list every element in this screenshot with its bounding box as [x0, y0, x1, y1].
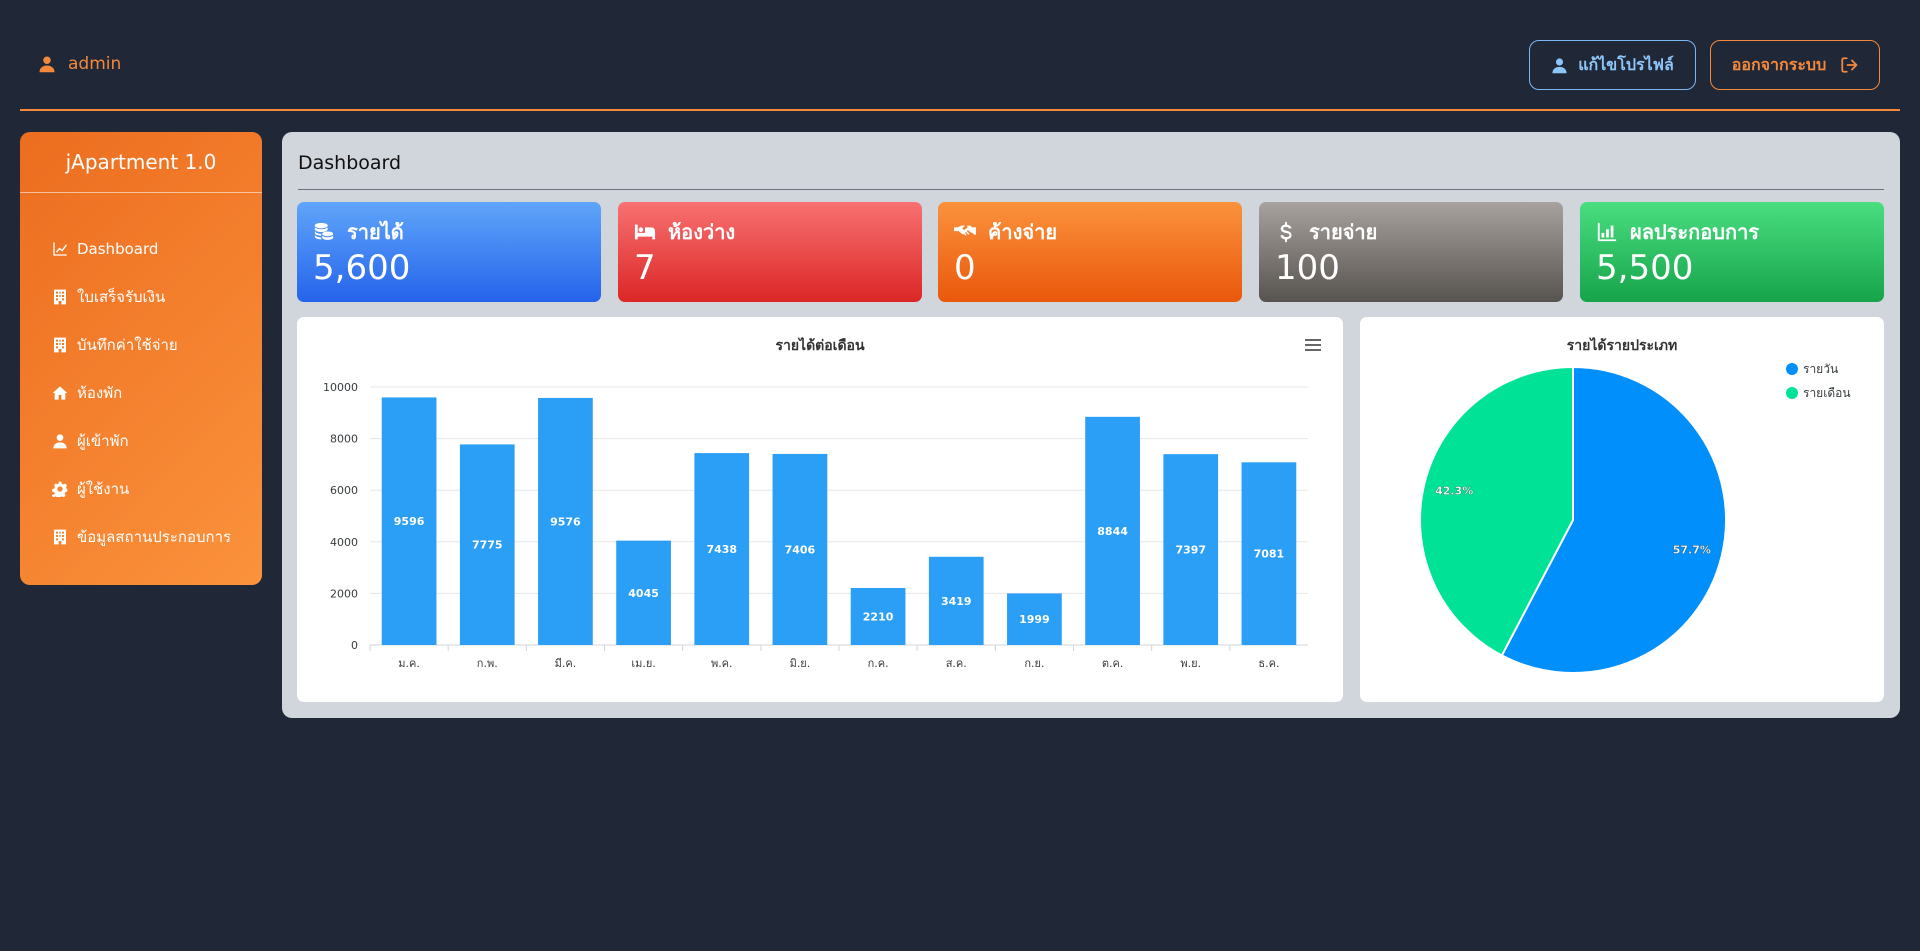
- vacant-rooms-card: ห้องว่าง 7: [618, 202, 922, 302]
- x-tick-label: ก.พ.: [477, 657, 498, 670]
- outstanding-card: ค้างจ่าย 0: [938, 202, 1242, 302]
- bed-icon: [634, 224, 656, 240]
- brand-title: jApartment 1.0: [20, 132, 262, 193]
- sidebar-item-receipts[interactable]: ใบเสร็จรับเงิน: [20, 273, 262, 321]
- x-tick-label: ธ.ค.: [1258, 657, 1279, 670]
- profit-value: 5,500: [1596, 248, 1694, 288]
- y-tick-label: 4000: [330, 536, 358, 549]
- legend-label[interactable]: รายเดือน: [1803, 386, 1851, 400]
- pie-value-label: 42.3%: [1435, 485, 1473, 498]
- sidebar-item-label: ผู้เข้าพัก: [77, 432, 129, 450]
- sidebar-item-rooms[interactable]: ห้องพัก: [20, 369, 262, 417]
- building-icon: [54, 337, 66, 353]
- x-tick-label: ก.ค.: [868, 657, 889, 670]
- expense-card: รายจ่าย 100: [1259, 202, 1563, 302]
- x-tick-label: พ.ย.: [1180, 657, 1201, 670]
- user-icon: [1552, 57, 1567, 73]
- bar-value-label: 7775: [472, 539, 503, 552]
- legend-label[interactable]: รายวัน: [1803, 362, 1838, 376]
- bar-value-label: 3419: [941, 595, 972, 608]
- sidebar-item-label: ผู้ใช้งาน: [77, 480, 130, 498]
- bar-value-label: 7438: [706, 543, 737, 556]
- legend-marker: [1786, 387, 1798, 399]
- dollar-icon: [1280, 221, 1292, 243]
- y-tick-label: 8000: [330, 433, 358, 446]
- income-value: 5,600: [313, 248, 411, 288]
- home-icon: [52, 386, 68, 400]
- building-icon: [54, 529, 66, 545]
- sidebar-item-label: ใบเสร็จรับเงิน: [77, 288, 166, 306]
- sidebar-item-users[interactable]: ผู้ใช้งาน: [20, 465, 262, 513]
- x-tick-label: ต.ค.: [1102, 657, 1124, 670]
- bar-chart-svg: 0 2000 4000 6000 8000 10000 9596 ม.ค. 7775 ก.พ. 95…: [323, 381, 1308, 670]
- sidebar-item-tenants[interactable]: ผู้เข้าพัก: [20, 417, 262, 465]
- y-tick-label: 2000: [330, 587, 358, 600]
- top-bar: admin แก้ไขโปรไฟล์ ออกจากระบบ: [20, 0, 1900, 111]
- x-tick-label: เม.ย.: [631, 657, 655, 670]
- logout-button[interactable]: ออกจากระบบ: [1710, 40, 1880, 90]
- pie-value-label: 57.7%: [1673, 543, 1711, 556]
- sidebar-item-dashboard[interactable]: Dashboard: [20, 225, 262, 273]
- sidebar-item-label: บันทึกค่าใช้จ่าย: [77, 336, 178, 354]
- vacant-rooms-value: 7: [634, 248, 656, 288]
- bar-value-label: 7406: [785, 543, 816, 556]
- x-tick-label: มี.ค.: [555, 657, 577, 670]
- pie-chart-svg: 57.7% 42.3% รายวันรายเดือน: [1419, 362, 1851, 674]
- vacant-rooms-label: ห้องว่าง: [668, 220, 736, 244]
- x-tick-label: มิ.ย.: [790, 657, 811, 670]
- expense-label: รายจ่าย: [1309, 220, 1378, 244]
- username: admin: [68, 54, 122, 74]
- edit-profile-button[interactable]: แก้ไขโปรไฟล์: [1529, 40, 1696, 90]
- profit-label: ผลประกอบการ: [1630, 220, 1760, 244]
- legend-marker: [1786, 363, 1798, 375]
- bar-value-label: 2210: [863, 610, 894, 623]
- sidebar-item-label: Dashboard: [77, 240, 159, 258]
- edit-profile-label: แก้ไขโปรไฟล์: [1578, 56, 1674, 74]
- chart-bar-icon: [1597, 222, 1617, 242]
- chart-line-icon: [53, 242, 68, 256]
- y-tick-label: 10000: [323, 381, 358, 394]
- outstanding-label: ค้างจ่าย: [988, 220, 1058, 244]
- bar-value-label: 9576: [550, 515, 581, 528]
- income-card: รายได้ 5,600: [297, 202, 601, 302]
- main-panel: Dashboard รายได้ 5,600 ห้องว่าง 7 ค้างจ่…: [282, 132, 1900, 718]
- outstanding-value: 0: [954, 248, 976, 288]
- building-icon: [54, 289, 66, 305]
- sidebar-item-label: ห้องพัก: [77, 384, 123, 402]
- x-tick-label: พ.ค.: [711, 657, 733, 670]
- handshake-icon: [954, 225, 976, 236]
- current-user: admin: [38, 54, 121, 74]
- income-label: รายได้: [347, 220, 404, 244]
- logout-label: ออกจากระบบ: [1731, 56, 1827, 74]
- bar-value-label: 7397: [1175, 544, 1206, 557]
- bar-value-label: 7081: [1254, 548, 1285, 561]
- monthly-income-chart: รายได้ต่อเดือน 0 2000 4000 6000 8000 10000 959…: [297, 317, 1343, 702]
- user-icon: [39, 56, 55, 73]
- sidebar-menu: Dashboard ใบเสร็จรับเงิน บันทึกค่าใช้จ่า…: [20, 193, 262, 561]
- sidebar: jApartment 1.0 Dashboard ใบเสร็จรับเงิน …: [20, 132, 262, 585]
- sidebar-item-expenses[interactable]: บันทึกค่าใช้จ่าย: [20, 321, 262, 369]
- bar-value-label: 9596: [394, 515, 425, 528]
- expense-value: 100: [1275, 248, 1340, 288]
- user-icon: [53, 434, 67, 449]
- x-tick-label: ส.ค.: [946, 657, 967, 670]
- bar-value-label: 4045: [628, 587, 659, 600]
- sidebar-item-business-info[interactable]: ข้อมูลสถานประกอบการ: [20, 513, 262, 561]
- income-by-type-chart: รายได้รายประเภท 57.7% 42.3% รายวัน รายเดือน: [1360, 317, 1884, 702]
- profit-card: ผลประกอบการ 5,500: [1580, 202, 1884, 302]
- x-tick-label: ม.ค.: [398, 657, 420, 670]
- gear-icon: [52, 481, 68, 497]
- coins-icon: [314, 222, 334, 240]
- y-tick-label: 0: [351, 639, 358, 652]
- y-tick-label: 6000: [330, 484, 358, 497]
- x-tick-label: ก.ย.: [1024, 657, 1044, 670]
- sidebar-item-label: ข้อมูลสถานประกอบการ: [77, 528, 232, 546]
- sign-out-icon: [1841, 57, 1858, 73]
- bar-value-label: 1999: [1019, 613, 1050, 626]
- page-title: Dashboard: [298, 152, 1884, 190]
- bar-value-label: 8844: [1097, 525, 1128, 538]
